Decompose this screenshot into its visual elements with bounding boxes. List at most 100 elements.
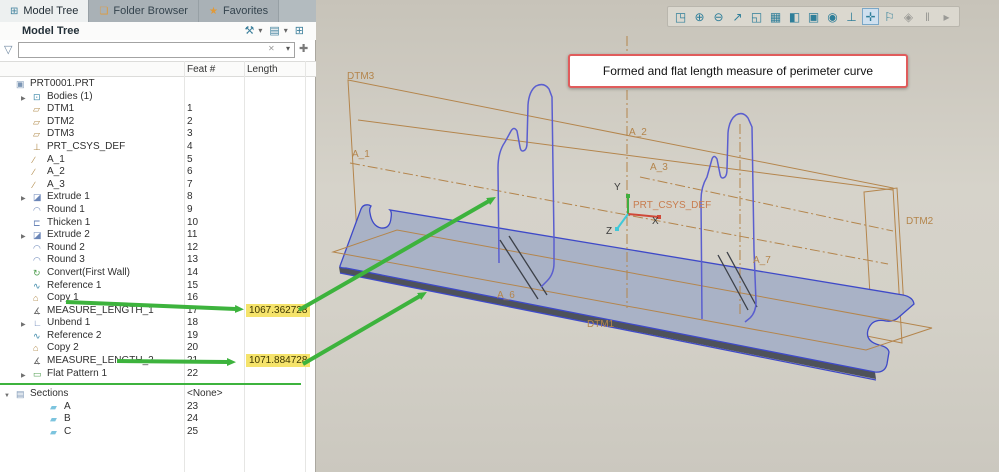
filter-dropdown-icon[interactable]: ▾ [286,44,290,53]
tree-row[interactable]: ∿Reference 219 [0,330,307,343]
tree-row[interactable]: ▶◪Extrude 18 [0,191,307,204]
tree-row[interactable]: ◠Round 19 [0,204,307,217]
tree-row[interactable]: ◠Round 212 [0,242,307,255]
feat-number: 2 [187,116,193,129]
tree-row[interactable]: ∡MEASURE_LENGTH_1171067.362728 [0,305,307,318]
display-style-icon[interactable]: ◧ [786,8,803,25]
tree-row[interactable]: ∕A_15 [0,154,307,167]
pause-icon[interactable]: ‖ [919,8,936,25]
tree-row[interactable]: ▼▤Sections<None> [0,388,307,401]
zoom-out-icon[interactable]: ⊖ [710,8,727,25]
spin-center-icon[interactable]: ✛ [862,8,879,25]
copy-icon: ⌂ [33,342,38,355]
tree-filters-icon[interactable]: ⚒ [244,24,254,37]
explode-icon[interactable]: ◈ [900,8,917,25]
tree-row[interactable]: ▣ PRT0001.PRT [0,78,307,91]
tree-row[interactable]: ▱DTM22 [0,116,307,129]
tree-item-label[interactable]: Thicken 1 [47,217,90,230]
tree-item-label[interactable]: Copy 1 [47,292,79,305]
tree-row[interactable]: ▶∟Unbend 118 [0,317,307,330]
zoom-in-icon[interactable]: ⊕ [691,8,708,25]
measure-icon: ∡ [33,305,41,318]
tree-item-label[interactable]: Convert(First Wall) [47,267,130,280]
tree-filter-input[interactable] [18,42,295,58]
tree-item-label[interactable]: Bodies (1) [47,91,93,104]
tree-row[interactable]: ▰B24 [0,413,307,426]
tree-row[interactable]: ⊏Thicken 110 [0,217,307,230]
tree-item-label[interactable]: PRT0001.PRT [30,78,95,91]
tree-row[interactable]: ⊥PRT_CSYS_DEF4 [0,141,307,154]
tree-row[interactable]: ▶◪Extrude 211 [0,229,307,242]
tree-row[interactable]: ▰A23 [0,401,307,414]
tab-favorites[interactable]: ★Favorites [199,0,279,22]
tree-item-label[interactable]: Copy 2 [47,342,79,355]
tree-item-label[interactable]: PRT_CSYS_DEF [47,141,125,154]
tree-item-label[interactable]: Extrude 1 [47,191,90,204]
zoom-region-icon[interactable]: ◳ [672,8,689,25]
tree-item-label[interactable]: DTM2 [47,116,74,129]
resume-icon[interactable]: ▸ [938,8,955,25]
copy-icon: ⌂ [33,292,38,305]
tree-row[interactable]: ∡MEASURE_LENGTH_2211071.884728 [0,355,307,368]
tree-row[interactable]: ▰C25 [0,426,307,439]
tree-row[interactable]: ∕A_26 [0,166,307,179]
tree-item-label[interactable]: MEASURE_LENGTH_2 [47,355,154,368]
tree-row[interactable]: ◠Round 313 [0,254,307,267]
tree-row[interactable]: ▱DTM33 [0,128,307,141]
filter-clear-icon[interactable]: ✕ [268,44,275,53]
tree-item-label[interactable]: DTM3 [47,128,74,141]
capture-icon[interactable]: ▣ [805,8,822,25]
feat-number: 20 [187,342,198,355]
tree-row[interactable]: ▶▭Flat Pattern 122 [0,368,307,381]
tree-item-label[interactable]: MEASURE_LENGTH_1 [47,305,154,318]
filter-funnel-icon: ▽ [4,43,12,56]
panel-header-icons: ⚒ ▾ ▤ ▾ ⊞ [244,24,304,37]
tree-item-label[interactable]: Unbend 1 [47,317,90,330]
tree-item-label[interactable]: C [64,426,71,439]
csys-icon: ⊥ [33,141,41,154]
feat-number: <None> [187,388,223,401]
column-length[interactable]: Length [247,64,278,75]
tree-item-label[interactable]: Reference 2 [47,330,101,343]
tree-item-label[interactable]: A_3 [47,179,65,192]
tree-item-label[interactable]: Round 3 [47,254,85,267]
part-icon: ▣ [16,78,25,91]
reorient-icon[interactable]: ◱ [748,8,765,25]
named-views-icon[interactable]: ▦ [767,8,784,25]
tree-item-label[interactable]: A_2 [47,166,65,179]
feat-number: 24 [187,413,198,426]
refit-icon[interactable]: ↗ [729,8,746,25]
column-feat[interactable]: Feat # [187,64,215,75]
tree-item-label[interactable]: A [64,401,71,414]
tree-item-label[interactable]: Sections [30,388,68,401]
dropdown-icon[interactable]: ▾ [258,26,262,35]
tree-item-label[interactable]: B [64,413,71,426]
tree-row[interactable]: ∿Reference 115 [0,280,307,293]
tree-columns-icon[interactable]: ▤ [269,24,279,37]
tree-item-label[interactable]: DTM1 [47,103,74,116]
feat-number: 16 [187,292,198,305]
tree-item-label[interactable]: Flat Pattern 1 [47,368,107,381]
tree-row[interactable]: ▱DTM11 [0,103,307,116]
tree-item-label[interactable]: Reference 1 [47,280,101,293]
tab-model-tree[interactable]: ⊞Model Tree [0,0,89,22]
dropdown-icon[interactable]: ▾ [284,26,288,35]
feat-number: 1 [187,103,193,116]
datum-display-icon[interactable]: ⊥ [843,8,860,25]
measure-icon: ∡ [33,355,41,368]
feat-number: 9 [187,204,193,217]
tab-folder-browser[interactable]: ❏Folder Browser [89,0,199,22]
bodies-icon: ⊡ [33,91,41,104]
tree-row[interactable]: ▶⊡Bodies (1) [0,91,307,104]
filter-add-icon[interactable]: ✚ [299,42,308,55]
tree-item-label[interactable]: Extrude 2 [47,229,90,242]
annotations-icon[interactable]: ⚐ [881,8,898,25]
tree-row[interactable]: ↻Convert(First Wall)14 [0,267,307,280]
tree-options-icon[interactable]: ⊞ [295,24,304,37]
tree-item-label[interactable]: Round 2 [47,242,85,255]
appearances-icon[interactable]: ◉ [824,8,841,25]
tree-item-label[interactable]: A_1 [47,154,65,167]
tree-item-label[interactable]: Round 1 [47,204,85,217]
feat-number: 11 [187,229,197,242]
tree-row[interactable]: ∕A_37 [0,179,307,192]
